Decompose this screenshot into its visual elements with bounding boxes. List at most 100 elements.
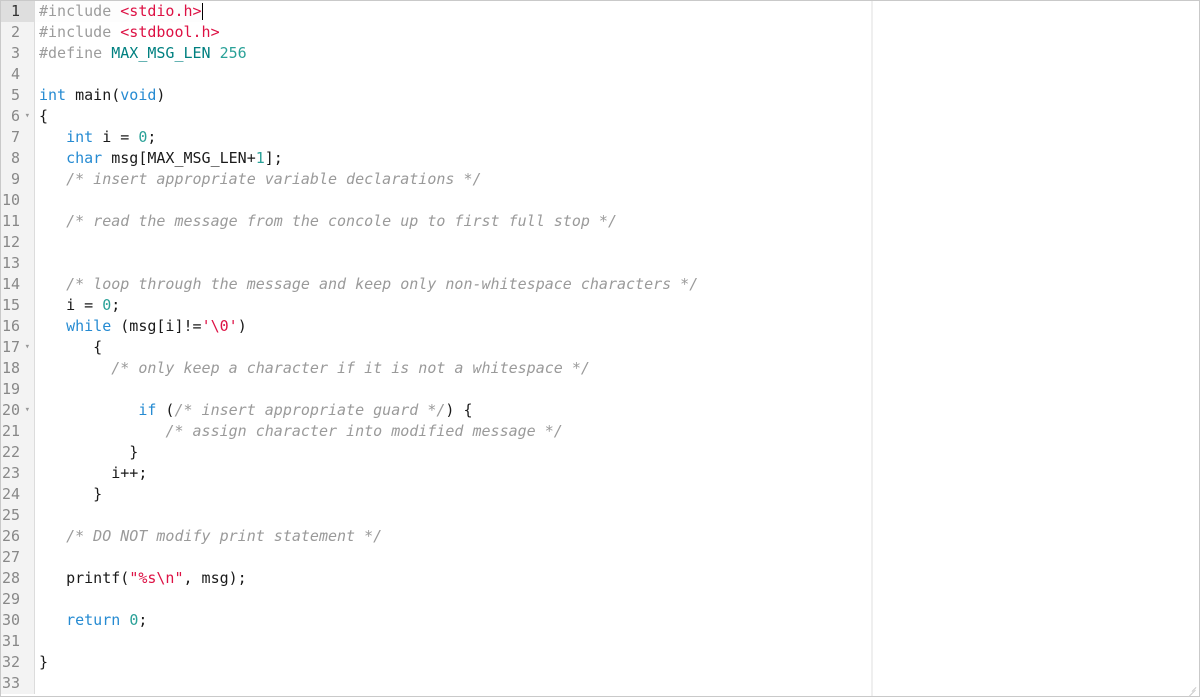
code-content[interactable]: i = 0; (35, 295, 120, 316)
line-number[interactable]: 23 (1, 463, 35, 484)
code-line[interactable]: 14 /* loop through the message and keep … (1, 274, 1199, 295)
code-line[interactable]: 5int main(void) (1, 85, 1199, 106)
resize-grip-icon[interactable] (1185, 682, 1199, 696)
code-line[interactable]: 23 i++; (1, 463, 1199, 484)
code-content[interactable]: #include <stdio.h> (35, 1, 203, 22)
line-number[interactable]: 18 (1, 358, 35, 379)
code-content[interactable]: if (/* insert appropriate guard */) { (35, 400, 473, 421)
code-line[interactable]: 3#define MAX_MSG_LEN 256 (1, 43, 1199, 64)
code-line[interactable]: 12 (1, 232, 1199, 253)
code-line[interactable]: 13 (1, 253, 1199, 274)
code-content[interactable] (35, 232, 39, 253)
code-content[interactable]: printf("%s\n", msg); (35, 568, 247, 589)
code-content[interactable]: } (35, 652, 48, 673)
code-content[interactable]: char msg[MAX_MSG_LEN+1]; (35, 148, 283, 169)
code-content[interactable]: /* DO NOT modify print statement */ (35, 526, 382, 547)
code-editor[interactable]: 1#include <stdio.h>2#include <stdbool.h>… (0, 0, 1200, 697)
line-number[interactable]: 9 (1, 169, 35, 190)
line-number[interactable]: 8 (1, 148, 35, 169)
code-content[interactable] (35, 64, 39, 85)
code-line[interactable]: 29 (1, 589, 1199, 610)
code-line[interactable]: 15 i = 0; (1, 295, 1199, 316)
line-number[interactable]: 32 (1, 652, 35, 673)
code-content[interactable] (35, 631, 39, 652)
code-line[interactable]: 32} (1, 652, 1199, 673)
line-number[interactable]: 7 (1, 127, 35, 148)
code-content[interactable]: #define MAX_MSG_LEN 256 (35, 43, 247, 64)
code-content[interactable]: /* read the message from the concole up … (35, 211, 617, 232)
line-number[interactable]: 29 (1, 589, 35, 610)
code-content[interactable]: #include <stdbool.h> (35, 22, 220, 43)
code-line[interactable]: 33 (1, 673, 1199, 694)
code-content[interactable]: } (35, 484, 102, 505)
line-number[interactable]: 6▾ (1, 106, 35, 127)
fold-toggle-icon[interactable]: ▾ (22, 337, 30, 358)
code-line[interactable]: 8 char msg[MAX_MSG_LEN+1]; (1, 148, 1199, 169)
line-number[interactable]: 1 (1, 1, 35, 22)
code-line[interactable]: 24 } (1, 484, 1199, 505)
fold-toggle-icon[interactable]: ▾ (22, 400, 30, 421)
line-number[interactable]: 33 (1, 673, 35, 694)
code-line[interactable]: 26 /* DO NOT modify print statement */ (1, 526, 1199, 547)
code-line[interactable]: 19 (1, 379, 1199, 400)
code-line[interactable]: 2#include <stdbool.h> (1, 22, 1199, 43)
line-number[interactable]: 13 (1, 253, 35, 274)
line-number[interactable]: 24 (1, 484, 35, 505)
line-number[interactable]: 16 (1, 316, 35, 337)
code-content[interactable]: /* loop through the message and keep onl… (35, 274, 698, 295)
line-number[interactable]: 26 (1, 526, 35, 547)
code-line[interactable]: 28 printf("%s\n", msg); (1, 568, 1199, 589)
line-number[interactable]: 28 (1, 568, 35, 589)
line-number[interactable]: 20▾ (1, 400, 35, 421)
line-number[interactable]: 11 (1, 211, 35, 232)
code-line[interactable]: 6▾{ (1, 106, 1199, 127)
code-line[interactable]: 21 /* assign character into modified mes… (1, 421, 1199, 442)
code-line[interactable]: 11 /* read the message from the concole … (1, 211, 1199, 232)
code-content[interactable]: while (msg[i]!='\0') (35, 316, 247, 337)
line-number[interactable]: 4 (1, 64, 35, 85)
line-number[interactable]: 22 (1, 442, 35, 463)
code-content[interactable]: } (35, 442, 138, 463)
line-number[interactable]: 3 (1, 43, 35, 64)
code-content[interactable]: i++; (35, 463, 147, 484)
code-content[interactable] (35, 673, 39, 694)
line-number[interactable]: 27 (1, 547, 35, 568)
code-line[interactable]: 25 (1, 505, 1199, 526)
code-content[interactable] (35, 547, 39, 568)
code-line[interactable]: 20▾ if (/* insert appropriate guard */) … (1, 400, 1199, 421)
code-line[interactable]: 10 (1, 190, 1199, 211)
line-number[interactable]: 2 (1, 22, 35, 43)
line-number[interactable]: 12 (1, 232, 35, 253)
code-content[interactable]: { (35, 106, 48, 127)
code-line[interactable]: 9 /* insert appropriate variable declara… (1, 169, 1199, 190)
code-line[interactable]: 1#include <stdio.h> (1, 1, 1199, 22)
code-line[interactable]: 16 while (msg[i]!='\0') (1, 316, 1199, 337)
line-number[interactable]: 10 (1, 190, 35, 211)
code-content[interactable]: /* assign character into modified messag… (35, 421, 563, 442)
code-content[interactable] (35, 589, 39, 610)
code-content[interactable]: int main(void) (35, 85, 165, 106)
code-line[interactable]: 27 (1, 547, 1199, 568)
code-content[interactable]: { (35, 337, 102, 358)
line-number[interactable]: 25 (1, 505, 35, 526)
line-number[interactable]: 17▾ (1, 337, 35, 358)
line-number[interactable]: 19 (1, 379, 35, 400)
code-line[interactable]: 17▾ { (1, 337, 1199, 358)
code-line[interactable]: 22 } (1, 442, 1199, 463)
code-content[interactable]: /* only keep a character if it is not a … (35, 358, 590, 379)
line-number[interactable]: 21 (1, 421, 35, 442)
line-number[interactable]: 14 (1, 274, 35, 295)
code-content[interactable]: return 0; (35, 610, 147, 631)
code-line[interactable]: 4 (1, 64, 1199, 85)
code-line[interactable]: 30 return 0; (1, 610, 1199, 631)
code-content[interactable]: int i = 0; (35, 127, 156, 148)
code-line[interactable]: 31 (1, 631, 1199, 652)
code-content[interactable] (35, 505, 39, 526)
line-number[interactable]: 31 (1, 631, 35, 652)
code-content[interactable] (35, 253, 39, 274)
line-number[interactable]: 30 (1, 610, 35, 631)
code-line[interactable]: 18 /* only keep a character if it is not… (1, 358, 1199, 379)
editor-lines[interactable]: 1#include <stdio.h>2#include <stdbool.h>… (1, 1, 1199, 696)
code-content[interactable]: /* insert appropriate variable declarati… (35, 169, 482, 190)
code-line[interactable]: 7 int i = 0; (1, 127, 1199, 148)
